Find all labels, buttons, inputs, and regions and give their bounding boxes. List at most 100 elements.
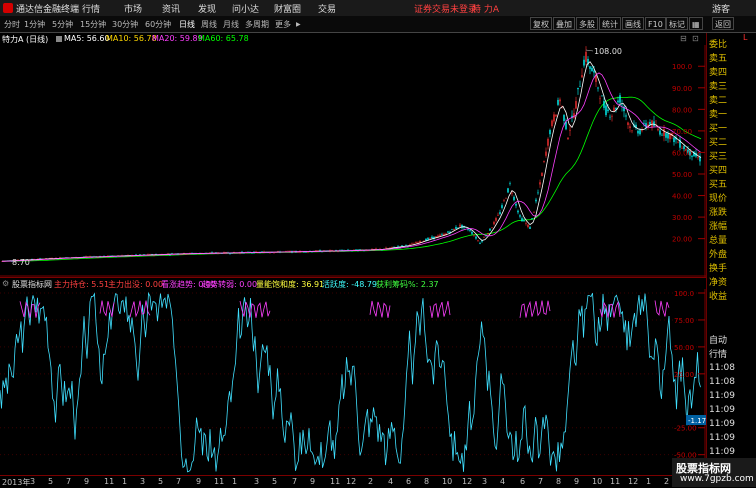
candle-body-642 (641, 130, 643, 131)
candle-body-586 (585, 51, 587, 62)
candle-body-516 (515, 203, 517, 206)
candle-body-612 (611, 115, 613, 117)
candle-body-534 (533, 211, 535, 213)
menu-wealth[interactable]: 财富圈 (274, 2, 301, 15)
candle-body-440 (439, 234, 441, 237)
candle-body-568 (567, 137, 569, 140)
f10-button[interactable]: F10 (645, 17, 666, 30)
period-weekly[interactable]: 周线 (201, 19, 217, 30)
indicator-chart[interactable]: 100.075.0050.0025.00-25.00-50.00 -1.17 (0, 289, 706, 475)
quote-label-13: 涨幅 (709, 222, 728, 232)
trade-time-5: 11:09 (709, 433, 735, 443)
quotes-label[interactable]: 行情 (709, 347, 727, 360)
period-5min[interactable]: 5分钟 (52, 19, 73, 30)
date-tick-18: 12 (346, 477, 357, 486)
trade-time-1: 11:08 (709, 377, 735, 387)
candle-body-576 (575, 101, 577, 109)
adjust-button[interactable]: 复权 (530, 17, 552, 30)
date-tick-24: 12 (462, 477, 473, 486)
icon-grid-button[interactable]: ▦ (689, 17, 703, 30)
quote-label-4: 卖二 (709, 96, 728, 106)
candle-body-394 (393, 246, 395, 248)
overlay-button[interactable]: 叠加 (553, 17, 575, 30)
candle-body-570 (569, 129, 571, 131)
period-1min[interactable]: 1分钟 (24, 19, 45, 30)
menu-news[interactable]: 资讯 (162, 2, 180, 15)
period-multi[interactable]: 多周期 (245, 19, 269, 30)
menu-market[interactable]: 市场 (124, 2, 142, 15)
candle-body-564 (563, 114, 565, 122)
candle-body-456 (455, 226, 457, 229)
login-status[interactable]: 证券交易未登录 (414, 2, 477, 15)
period-monthly[interactable]: 月线 (223, 19, 239, 30)
candle-body-542 (541, 173, 543, 177)
app-logo-icon (3, 3, 13, 13)
period-more[interactable]: 更多 (275, 19, 291, 30)
candle-body-454 (453, 228, 455, 231)
candle-body-638 (637, 130, 639, 134)
candle-body-294 (293, 250, 295, 252)
draw-button[interactable]: 画线 (622, 17, 644, 30)
menu-discover[interactable]: 发现 (198, 2, 216, 15)
date-tick-3: 7 (66, 477, 72, 486)
period-30min[interactable]: 30分钟 (112, 19, 138, 30)
low-price-label: 8.70 (12, 258, 30, 267)
candle-body-508 (507, 188, 509, 193)
menu-ask[interactable]: 问小达 (232, 2, 259, 15)
candle-body-298 (297, 252, 299, 253)
menu-trade[interactable]: 交易 (318, 2, 336, 15)
ma20-label: MA20: 59.89 (152, 34, 203, 43)
guest-label[interactable]: 游客 (712, 2, 730, 15)
candle-body-462 (461, 225, 463, 228)
date-tick-21: 6 (406, 477, 412, 486)
main-chart-header: 特力A (日线) MA5: 56.60 MA10: 56.78 MA20: 59… (0, 33, 706, 45)
candle-body-560 (559, 99, 561, 102)
auto-label[interactable]: 自动 (709, 333, 727, 346)
price-chart[interactable]: 100.0 90.00 80.00 70.00 60.00 50.00 40.00 30.00… (0, 45, 706, 277)
candle-body-402 (401, 245, 403, 247)
period-60min[interactable]: 60分钟 (145, 19, 171, 30)
back-button[interactable]: 返回 (712, 17, 734, 30)
date-tick-31: 10 (592, 477, 603, 486)
candle-body-554 (553, 114, 555, 122)
menu-quotes[interactable]: 行情 (82, 2, 100, 15)
candle-body-626 (625, 115, 627, 117)
candle-body-494 (493, 221, 495, 225)
period-15min[interactable]: 15分钟 (80, 19, 106, 30)
date-tick-9: 7 (176, 477, 182, 486)
candle-body-230 (229, 253, 231, 255)
date-tick-28: 7 (538, 477, 544, 486)
date-tick-25: 3 (482, 477, 488, 486)
multi-stock-button[interactable]: 多股 (576, 17, 598, 30)
indicator-settings-icon[interactable]: ⚙ (2, 279, 9, 288)
candle-body-698 (697, 157, 699, 158)
candle-body-544 (543, 160, 545, 162)
candle-body-536 (535, 199, 537, 202)
date-axis: 2013年 3 5 7 9 11 1 3 5 7 9 11 1 3 5 7 9 11 12 2 4 6 8 10 12 3 4 6 7 8… (0, 475, 706, 488)
quote-label-1: 卖五 (709, 54, 728, 64)
candle-body-614 (613, 107, 615, 111)
candle-body-632 (631, 130, 633, 132)
candle-body-528 (527, 224, 529, 228)
panel-header: L (743, 33, 748, 42)
candle-body-186 (185, 254, 187, 255)
period-intraday[interactable]: 分时 (4, 19, 20, 30)
date-tick-14: 5 (272, 477, 278, 486)
collapse-icon[interactable]: ⊟ (680, 34, 687, 43)
settings-icon[interactable]: ⊡ (692, 34, 699, 43)
candle-body-604 (603, 100, 605, 108)
candle-body-476 (475, 236, 477, 239)
candle-body-620 (619, 95, 621, 103)
candle-body-510 (509, 183, 511, 184)
candle-body-678 (677, 142, 679, 144)
more-arrow-icon[interactable]: ▶ (296, 21, 301, 28)
candle-body-468 (467, 229, 469, 230)
candle-body-500 (499, 212, 501, 214)
quote-label-9: 买四 (709, 166, 728, 176)
candle-body-416 (415, 242, 417, 244)
candle-body-428 (427, 238, 429, 240)
stats-button[interactable]: 统计 (599, 17, 621, 30)
period-daily[interactable]: 日线 (179, 19, 195, 30)
date-tick-1: 3 (30, 477, 36, 486)
mark-button[interactable]: 标记 (666, 17, 688, 30)
